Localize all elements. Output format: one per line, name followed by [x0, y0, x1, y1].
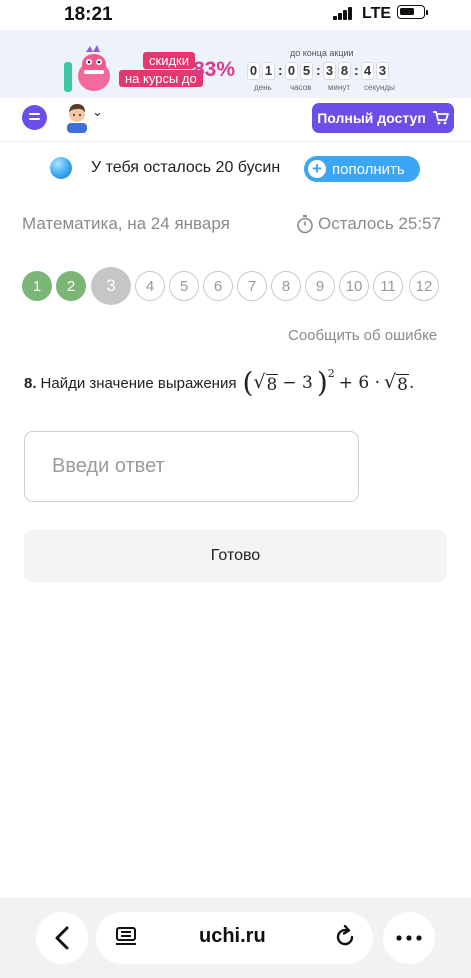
- question-number-10[interactable]: 10: [339, 271, 369, 301]
- topup-label: пополнить: [332, 160, 405, 178]
- question-nav: 1 2 3 4 5 6 7 8 9 10 11 12: [20, 267, 450, 305]
- question-number-12[interactable]: 12: [409, 271, 439, 301]
- promo-percent: 83%: [193, 58, 236, 81]
- beads-row: У тебя осталось 20 бусин + пополнить: [50, 156, 430, 182]
- expr-plus: + 6 ·: [338, 373, 381, 393]
- more-button[interactable]: [383, 912, 435, 964]
- beads-count-text: У тебя осталось 20 бусин: [91, 159, 281, 176]
- full-access-label: Полный доступ: [317, 110, 426, 126]
- timer-digit: 3: [376, 62, 389, 80]
- timer-digit: 8: [338, 62, 351, 80]
- question-number-11[interactable]: 11: [373, 271, 403, 301]
- page-menu-icon: [116, 927, 136, 945]
- timer-digit: 5: [300, 62, 313, 80]
- chevron-left-icon: [55, 926, 69, 950]
- lesson-subject: Математика, на 24 января: [22, 214, 230, 233]
- radicand-2: 8: [396, 374, 409, 395]
- timer-label-hours: часов: [290, 83, 312, 92]
- report-error-link[interactable]: Сообщить об ошибке: [288, 327, 437, 344]
- timer-label-seconds: секунды: [364, 83, 395, 92]
- bead-icon: [50, 157, 72, 179]
- timer-digit: 0: [285, 62, 298, 80]
- dragon-mascot-icon: [64, 45, 110, 92]
- promo-courses-tag: на курсы до: [119, 70, 203, 87]
- expr-power: 2: [327, 366, 335, 380]
- signal-icon: [333, 7, 353, 20]
- question-prompt: Найди значение выражения: [40, 374, 237, 392]
- stopwatch-icon: [297, 215, 313, 234]
- network-type: LTE: [362, 5, 392, 22]
- full-access-button[interactable]: Полный доступ: [312, 103, 454, 133]
- back-button[interactable]: [36, 912, 88, 964]
- question-number-4[interactable]: 4: [135, 271, 165, 301]
- expr-end: .: [408, 373, 415, 393]
- chat-icon[interactable]: [22, 105, 47, 130]
- status-bar: 18:21 LTE: [0, 0, 471, 30]
- cart-icon: [432, 111, 449, 125]
- question-number-3[interactable]: 3: [91, 267, 131, 305]
- question-number: 8.: [24, 374, 37, 392]
- reload-icon[interactable]: [333, 925, 357, 949]
- expr-minus: − 3: [282, 373, 313, 393]
- question-number-9[interactable]: 9: [305, 271, 335, 301]
- promo-banner[interactable]: скидки на курсы до 83% до конца акции 0 …: [0, 30, 471, 98]
- timer-digit: 4: [361, 62, 374, 80]
- chevron-down-icon[interactable]: ⌄: [92, 104, 103, 120]
- battery-icon: [397, 5, 428, 19]
- time-left: Осталось 25:57: [296, 214, 441, 234]
- status-time: 18:21: [64, 4, 113, 25]
- app-header: ⌄ Полный доступ: [0, 98, 471, 142]
- address-bar[interactable]: uchi.ru: [96, 912, 373, 964]
- browser-toolbar: uchi.ru: [0, 898, 471, 978]
- url-text: uchi.ru: [199, 925, 266, 947]
- timer-digit: 1: [262, 62, 275, 80]
- timer-label-minutes: минут: [328, 83, 351, 92]
- question-number-2[interactable]: 2: [56, 271, 86, 301]
- question-number-1[interactable]: 1: [22, 271, 52, 301]
- topup-button[interactable]: + пополнить: [304, 156, 420, 182]
- question-number-8[interactable]: 8: [271, 271, 301, 301]
- plus-icon: +: [308, 160, 326, 178]
- question-text: 8. Найди значение выражения ( √ 8 − 3 ) 2…: [24, 366, 415, 399]
- timer-label-days: день: [254, 83, 272, 92]
- promo-until-label: до конца акции: [290, 48, 354, 58]
- question-number-7[interactable]: 7: [237, 271, 267, 301]
- avatar[interactable]: [64, 101, 90, 133]
- timer-digit: 0: [247, 62, 260, 80]
- done-button[interactable]: Готово: [24, 530, 447, 582]
- promo-discount-tag: скидки: [143, 52, 195, 69]
- timer-digit: 3: [323, 62, 336, 80]
- answer-input[interactable]: [24, 431, 359, 502]
- question-number-5[interactable]: 5: [169, 271, 199, 301]
- more-dots-icon: [396, 935, 422, 941]
- math-expression: ( √ 8 − 3 ) 2 + 6 · √ 8 .: [242, 366, 415, 399]
- radicand: 8: [265, 374, 279, 395]
- question-number-6[interactable]: 6: [203, 271, 233, 301]
- time-left-text: Осталось 25:57: [318, 214, 441, 233]
